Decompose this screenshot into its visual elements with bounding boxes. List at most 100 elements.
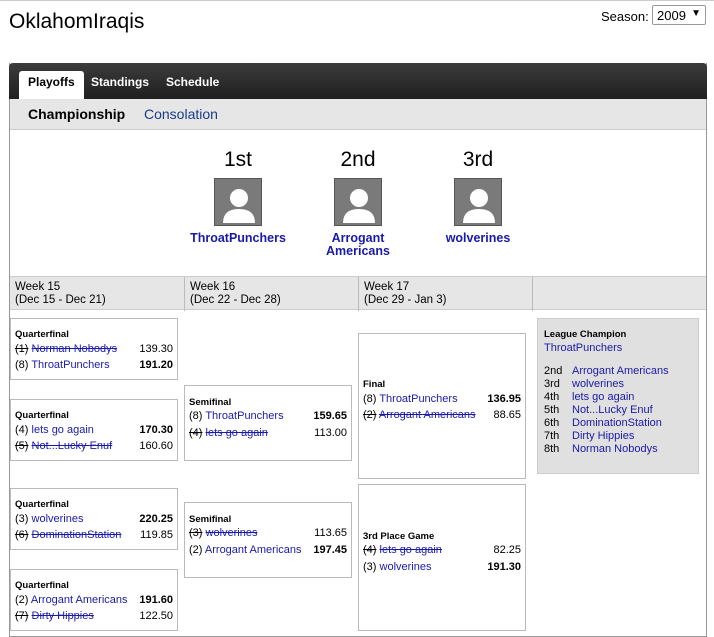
tab-standings[interactable]: Standings: [82, 71, 158, 92]
season-label: Season:: [601, 9, 649, 24]
team-link[interactable]: ThroatPunchers: [205, 410, 283, 422]
matchup-quarterfinal-4: Quarterfinal (2) Arrogant Americans 191.6…: [10, 569, 178, 631]
tab-playoffs[interactable]: Playoffs: [19, 71, 84, 99]
team-link[interactable]: Norman Nobodys: [32, 343, 118, 355]
champion-team[interactable]: ThroatPunchers: [544, 342, 622, 354]
avatar: [454, 178, 502, 226]
team-link[interactable]: Arrogant Americans: [205, 544, 302, 556]
round-label: 3rd Place Game: [363, 531, 435, 542]
standing-place: 8th: [544, 443, 560, 455]
season-select[interactable]: 2009 ▼: [652, 5, 706, 25]
week-name: Week 15: [15, 281, 61, 293]
matchup-final: Final (8) ThroatPunchers 136.95 (2) Arrog…: [358, 333, 526, 479]
top-border: [0, 0, 714, 1]
score: 170.30: [139, 424, 173, 436]
team-link[interactable]: lets go again: [380, 544, 442, 556]
seed: (4): [363, 544, 377, 556]
round-label: Quarterfinal: [15, 410, 69, 421]
team-link[interactable]: Dirty Hippies: [32, 610, 94, 622]
week-name: Week 17: [364, 281, 410, 293]
round-label: Quarterfinal: [15, 580, 69, 591]
seed: (6): [15, 529, 29, 541]
podium-team[interactable]: ThroatPunchers: [188, 232, 288, 245]
score: 113.00: [314, 427, 347, 439]
team-link[interactable]: ThroatPunchers: [379, 393, 457, 405]
tab-schedule[interactable]: Schedule: [157, 71, 228, 92]
podium-second: 2nd Arrogant Americans: [308, 148, 408, 258]
team-link[interactable]: DominationStation: [32, 529, 122, 541]
standing-team[interactable]: Not...Lucky Enuf: [572, 404, 653, 416]
matchup-row: (8) ThroatPunchers 136.95: [363, 393, 521, 407]
matchup-row: (1) Norman Nobodys 139.30: [15, 343, 173, 357]
team-link[interactable]: Arrogant Americans: [31, 594, 128, 606]
standing-place: 4th: [544, 391, 560, 403]
score: 160.60: [139, 440, 173, 452]
score: 220.25: [139, 513, 173, 525]
score: 136.95: [487, 393, 521, 405]
team-link[interactable]: Arrogant Americans: [379, 409, 476, 421]
podium-place: 2nd: [340, 148, 376, 171]
week-16-header: Week 16 (Dec 22 - Dec 28): [190, 281, 281, 307]
standing-team[interactable]: Norman Nobodys: [572, 443, 658, 455]
week-17-header: Week 17 (Dec 29 - Jan 3): [364, 281, 446, 307]
team-link[interactable]: lets go again: [206, 427, 268, 439]
matchup-row: (3) wolverines 191.30: [363, 561, 521, 575]
matchup-row: (2) Arrogant Americans 88.65: [363, 409, 521, 423]
tab-championship[interactable]: Championship: [28, 106, 125, 122]
podium-place: 1st: [223, 148, 252, 171]
standing-place: 3rd: [544, 378, 560, 390]
seed: (8): [363, 393, 377, 405]
podium-third: 3rd wolverines: [428, 148, 528, 245]
score: 119.85: [140, 529, 173, 541]
team-link[interactable]: wolverines: [206, 527, 258, 539]
divider: [358, 277, 359, 311]
score: 191.60: [139, 594, 173, 606]
standing-team[interactable]: Dirty Hippies: [572, 430, 634, 442]
league-champion-box: League Champion ThroatPunchers 2nd Arroga…: [537, 318, 699, 474]
standing-team[interactable]: lets go again: [572, 391, 634, 403]
user-silhouette-icon: [223, 189, 255, 223]
standing-team[interactable]: wolverines: [572, 378, 624, 390]
user-silhouette-icon: [463, 189, 495, 223]
main-nav: Playoffs Standings Schedule: [9, 63, 707, 99]
seed: (4): [189, 427, 203, 439]
standing-team[interactable]: DominationStation: [572, 417, 662, 429]
team-link[interactable]: Not...Lucky Enuf: [32, 440, 113, 452]
matchup-row: (7) Dirty Hippies 122.50: [15, 610, 173, 624]
seed: (2): [189, 544, 203, 556]
divider: [184, 277, 185, 311]
score: 82.25: [493, 544, 521, 556]
round-label: Final: [363, 379, 386, 390]
seed: (2): [363, 409, 377, 421]
matchup-quarterfinal-1: Quarterfinal (1) Norman Nobodys 139.30 (8…: [10, 318, 178, 380]
podium-team[interactable]: Arrogant Americans: [308, 232, 408, 258]
matchup-quarterfinal-3: Quarterfinal (3) wolverines 220.25 (6) Do…: [10, 488, 178, 550]
seed: (5): [15, 440, 29, 452]
score: 191.30: [487, 561, 521, 573]
matchup-row: (8) ThroatPunchers 191.20: [15, 359, 173, 373]
team-link[interactable]: lets go again: [32, 424, 94, 436]
team-link[interactable]: ThroatPunchers: [31, 359, 109, 371]
matchup-row: (6) DominationStation 119.85: [15, 529, 173, 543]
tab-consolation[interactable]: Consolation: [144, 106, 218, 122]
seed: (8): [15, 359, 29, 371]
score: 159.65: [313, 410, 347, 422]
matchup-semifinal-1: Semifinal (8) ThroatPunchers 159.65 (4) l…: [184, 385, 352, 461]
matchup-row: (3) wolverines 113.65: [189, 527, 347, 541]
user-silhouette-icon: [343, 189, 375, 223]
score: 88.65: [493, 409, 521, 421]
standing-place: 6th: [544, 417, 560, 429]
week-15-header: Week 15 (Dec 15 - Dec 21): [15, 281, 106, 307]
score: 139.30: [139, 343, 173, 355]
score: 197.45: [313, 544, 347, 556]
podium-first: 1st ThroatPunchers: [188, 148, 288, 245]
chevron-down-icon: ▼: [691, 8, 701, 19]
score: 191.20: [139, 359, 173, 371]
week-range: (Dec 29 - Jan 3): [364, 294, 447, 306]
standing-team[interactable]: Arrogant Americans: [572, 365, 669, 377]
team-link[interactable]: wolverines: [32, 513, 84, 525]
week-name: Week 16: [190, 281, 236, 293]
seed: (4): [15, 424, 29, 436]
podium-team[interactable]: wolverines: [428, 232, 528, 245]
team-link[interactable]: wolverines: [380, 561, 432, 573]
